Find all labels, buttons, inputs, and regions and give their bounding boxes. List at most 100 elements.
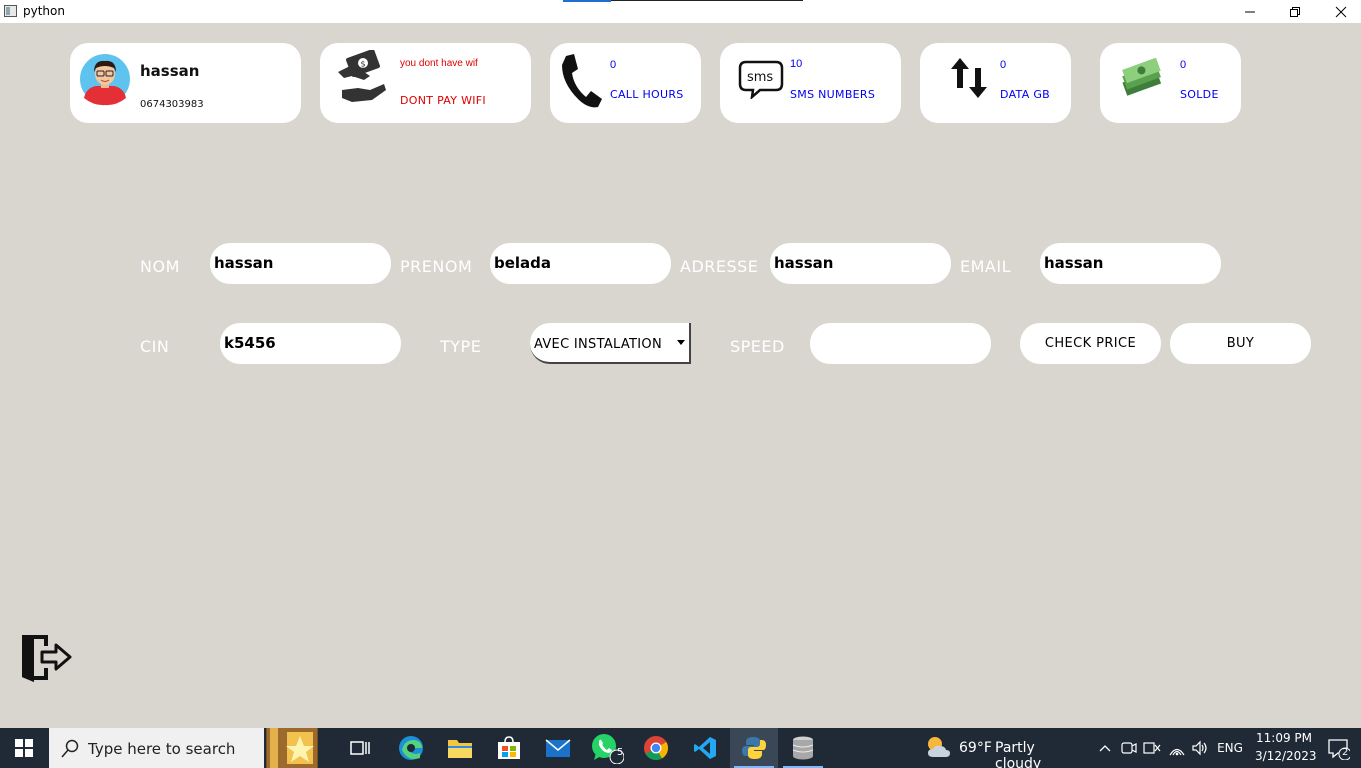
restore-icon: [1290, 6, 1300, 17]
database-icon: [792, 736, 814, 760]
film-strip-icon: [267, 728, 317, 768]
logout-button[interactable]: [20, 632, 72, 688]
task-view-button[interactable]: [337, 728, 383, 768]
adresse-input[interactable]: hassan: [770, 243, 951, 284]
app-icon: [4, 5, 17, 17]
volume-control[interactable]: [1189, 728, 1211, 768]
taskbar-store[interactable]: [485, 728, 533, 768]
notification-count: 2: [1342, 747, 1349, 758]
call-hours-card: 0 CALL HOURS: [550, 43, 701, 123]
check-price-button[interactable]: CHECK PRICE: [1020, 323, 1161, 364]
taskbar-vscode[interactable]: [681, 728, 729, 768]
avatar: [80, 54, 130, 106]
type-select[interactable]: AVEC INSTALATION: [530, 323, 691, 364]
search-placeholder: Type here to search: [88, 740, 236, 758]
store-icon: [498, 736, 520, 759]
type-selected-value: AVEC INSTALATION: [534, 337, 662, 352]
speed-label: SPEED: [730, 337, 785, 356]
keyboard-icon: [1143, 742, 1161, 754]
vscode-icon: [694, 737, 716, 759]
taskbar-whatsapp[interactable]: 5: [583, 728, 631, 768]
taskbar-python[interactable]: [730, 728, 778, 768]
mail-icon: [545, 739, 571, 757]
language-label: ENG: [1217, 741, 1243, 755]
close-icon: [1335, 6, 1347, 17]
language-indicator[interactable]: ENG: [1212, 728, 1248, 768]
buy-button[interactable]: BUY: [1170, 323, 1311, 364]
prenom-label: PRENOM: [400, 257, 473, 276]
sms-value: 10: [790, 58, 803, 70]
prenom-input[interactable]: belada: [490, 243, 671, 284]
sms-card: sms 10 SMS NUMBERS: [720, 43, 901, 123]
show-hidden-icons[interactable]: [1095, 728, 1115, 768]
profile-card: hassan 0674303983: [70, 43, 301, 123]
task-view-icon: [350, 741, 370, 755]
window-titlebar: python: [0, 0, 1361, 23]
nom-label: NOM: [140, 257, 180, 276]
solde-label: SOLDE: [1180, 88, 1219, 101]
taskbar-search[interactable]: Type here to search: [49, 728, 264, 768]
taskbar-file-explorer[interactable]: [436, 728, 484, 768]
data-value: 0: [1000, 59, 1007, 71]
clock[interactable]: 11:09 PM 3/12/2023: [1250, 728, 1317, 768]
network-status[interactable]: [1166, 728, 1188, 768]
meet-now[interactable]: [1118, 728, 1140, 768]
taskbar: Type here to search 5 69°F Partly cloudy…: [0, 728, 1361, 768]
svg-text:sms: sms: [747, 70, 773, 85]
wifi-status: DONT PAY WIFI: [400, 94, 486, 107]
taskbar-chrome[interactable]: [632, 728, 680, 768]
speed-input[interactable]: [810, 323, 991, 364]
type-label: TYPE: [440, 337, 482, 356]
cin-input[interactable]: k5456: [220, 323, 401, 364]
windows-icon: [15, 739, 33, 757]
whatsapp-badge: 5: [617, 747, 624, 758]
pay-hand-icon: $: [338, 50, 386, 102]
search-icon: [61, 739, 79, 758]
clock-date: 3/12/2023: [1255, 749, 1317, 763]
start-button[interactable]: [0, 728, 48, 768]
weather-widget[interactable]: 69°F Partly cloudy: [925, 728, 1077, 768]
python-icon: [742, 737, 766, 759]
phone-icon: [562, 54, 602, 108]
restore-button[interactable]: [1272, 0, 1318, 23]
chevron-up-icon: [1099, 745, 1111, 752]
camera-icon: [1121, 742, 1137, 754]
logout-icon: [22, 635, 72, 682]
widget-thumbnail[interactable]: [266, 728, 318, 768]
window-title: python: [23, 4, 65, 18]
profile-phone: 0674303983: [140, 99, 204, 110]
wifi-card: $ you dont have wif DONT PAY WIFI: [320, 43, 531, 123]
folder-icon: [448, 740, 472, 758]
solde-card: 0 SOLDE: [1100, 43, 1241, 123]
wifi-message: you dont have wif: [400, 58, 478, 69]
email-label: EMAIL: [960, 257, 1011, 276]
svg-text:$: $: [361, 60, 366, 69]
sms-icon: sms: [738, 60, 784, 99]
data-card: 0 DATA GB: [920, 43, 1071, 123]
taskbar-database[interactable]: [779, 728, 827, 768]
notification-center[interactable]: 2: [1318, 728, 1358, 768]
close-button[interactable]: [1318, 0, 1361, 23]
input-indicator[interactable]: [1141, 728, 1163, 768]
taskbar-mail[interactable]: [534, 728, 582, 768]
money-icon: [1122, 58, 1162, 96]
minimize-button[interactable]: [1227, 0, 1273, 23]
call-hours-value: 0: [610, 59, 617, 71]
minimize-icon: [1245, 11, 1255, 12]
email-input[interactable]: hassan: [1040, 243, 1221, 284]
volume-icon: [1192, 740, 1207, 756]
titlebar-accent-line: [563, 0, 803, 2]
sms-label: SMS NUMBERS: [790, 88, 876, 101]
solde-value: 0: [1180, 59, 1187, 71]
up-down-arrows-icon: [951, 58, 987, 98]
taskbar-edge[interactable]: [387, 728, 435, 768]
dropdown-arrow-icon[interactable]: [677, 340, 685, 345]
nom-input[interactable]: hassan: [210, 243, 391, 284]
weather-description: Partly cloudy: [995, 740, 1042, 768]
weather-temperature: 69°F: [959, 740, 992, 756]
data-label: DATA GB: [1000, 88, 1051, 101]
chrome-icon: [644, 736, 669, 761]
clock-time: 11:09 PM: [1256, 731, 1312, 745]
profile-name: hassan: [140, 62, 200, 80]
adresse-label: ADRESSE: [680, 257, 759, 276]
